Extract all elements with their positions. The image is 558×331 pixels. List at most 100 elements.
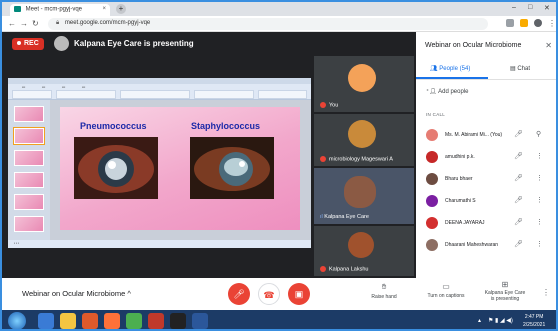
more-options-icon[interactable]: ⋮ xyxy=(540,288,552,299)
add-people-button[interactable]: ⁺👤︎ Add people xyxy=(426,88,469,95)
mic-toggle-button[interactable]: 🎤︎ xyxy=(228,283,250,305)
media-player-icon[interactable] xyxy=(82,313,98,329)
participant-name: microbiology Mageswari A xyxy=(320,155,393,162)
chevron-up-icon: ^ xyxy=(127,289,131,298)
slide-thumbnail[interactable] xyxy=(14,106,44,122)
mic-off-icon: 🎤︎ xyxy=(514,197,523,204)
lock-icon: 🔒︎ xyxy=(56,20,60,26)
word-icon[interactable] xyxy=(192,313,208,329)
chrome-menu-icon[interactable]: ⋮ xyxy=(548,19,556,28)
tray-icons[interactable]: ⚑ ▮ ◢ ◀) xyxy=(488,317,513,324)
mic-off-icon xyxy=(320,155,326,162)
camera-toggle-button[interactable]: ▣ xyxy=(288,283,310,305)
current-slide: Pneumococcus Staphylococcus xyxy=(60,107,300,230)
tab-people[interactable]: 👥︎ People (54) xyxy=(430,65,470,72)
participant-name: ıl Kalpana Eye Care xyxy=(320,214,369,220)
participant-row[interactable]: Bharu bhaer 🎤︎ ⋮ xyxy=(416,170,556,188)
new-tab-button[interactable]: + xyxy=(116,4,126,14)
participant-row-name: Charumathi S xyxy=(445,198,476,204)
reload-icon[interactable]: ↻ xyxy=(32,19,39,28)
present-screen-icon: ⊞ xyxy=(501,280,509,289)
people-icon: 👥︎ xyxy=(430,66,440,72)
firefox-icon[interactable] xyxy=(104,313,120,329)
participant-name: You xyxy=(320,101,338,108)
ribbon-tab: ▪▪▪ xyxy=(22,85,26,89)
close-panel-icon[interactable]: ✕ xyxy=(545,41,552,50)
tab-chat[interactable]: ▤ Chat xyxy=(510,65,530,72)
browser-tab[interactable]: Meet - mcm-pgyj-vqe × xyxy=(10,4,110,16)
recording-badge: REC xyxy=(12,38,44,50)
ribbon-tab: ▪▪▪ xyxy=(42,85,46,89)
ribbon-group xyxy=(56,90,116,99)
participant-row-name: DEENA JAYARAJ xyxy=(445,220,485,226)
mic-off-icon: 🎤︎ xyxy=(514,241,523,248)
more-options-icon[interactable]: ⋮ xyxy=(536,240,543,248)
participant-tile-presenter[interactable]: ıl Kalpana Eye Care xyxy=(314,168,414,224)
presentation-status-button[interactable]: ⊞ Kalpana Eye Care is presenting xyxy=(480,280,530,303)
tab-close-icon[interactable]: × xyxy=(102,6,106,12)
pin-icon[interactable]: ⚲ xyxy=(536,130,541,138)
meeting-details-button[interactable]: Webinar on Ocular Microbiome ^ xyxy=(22,289,131,298)
window-close-icon[interactable]: ✕ xyxy=(544,4,550,12)
add-person-icon: ⁺👤︎ xyxy=(426,89,439,95)
participant-row-name: Bharu bhaer xyxy=(445,176,473,182)
mic-off-icon: 🎤︎ xyxy=(514,153,523,160)
forward-icon[interactable]: → xyxy=(20,19,28,28)
app-icon[interactable] xyxy=(148,313,164,329)
slide-thumbnail[interactable] xyxy=(14,216,44,232)
leave-call-button[interactable]: ☎︎ xyxy=(258,283,280,305)
participant-tile[interactable]: Kalpana Lakshu xyxy=(314,226,414,276)
avatar xyxy=(426,173,438,185)
app-icon[interactable] xyxy=(170,313,186,329)
chrome-icon[interactable] xyxy=(126,313,142,329)
folder-icon[interactable] xyxy=(60,313,76,329)
more-options-icon[interactable]: ⋮ xyxy=(536,218,543,226)
more-options-icon[interactable]: ⋮ xyxy=(536,174,543,182)
slide-thumbnail[interactable] xyxy=(14,172,44,188)
minimize-icon[interactable]: – xyxy=(512,4,516,11)
participant-row-name: amudhini p.k. xyxy=(445,154,475,160)
people-panel: Webinar on Ocular Microbiome ✕ 👥︎ People… xyxy=(416,32,556,310)
participant-row[interactable]: Charumathi S 🎤︎ ⋮ xyxy=(416,192,556,210)
presenting-banner: Kalpana Eye Care is presenting xyxy=(74,39,194,48)
windows-taskbar: ▴ ⚑ ▮ ◢ ◀) 2:47 PM 2/25/2021 xyxy=(2,310,556,329)
mic-off-icon: 🎤︎ xyxy=(514,219,523,226)
slide-thumbnail[interactable] xyxy=(14,194,44,210)
slide-thumbnail-selected[interactable] xyxy=(13,127,45,145)
url-text: meet.google.com/mcm-pgyj-vqe xyxy=(64,20,151,26)
more-options-icon[interactable]: ⋮ xyxy=(536,196,543,204)
ribbon-group xyxy=(194,90,254,99)
url-field[interactable]: 🔒︎ meet.google.com/mcm-pgyj-vqe xyxy=(48,18,488,30)
captions-button[interactable]: ▭ Turn on captions xyxy=(418,282,474,299)
participant-row[interactable]: amudhini p.k. 🎤︎ ⋮ xyxy=(416,148,556,166)
participant-row[interactable]: Ms. M. Abirami Mi... (You) 🎤︎ ⚲ xyxy=(416,126,556,144)
raise-hand-button[interactable]: ✋︎ Raise hand xyxy=(364,282,404,300)
avatar xyxy=(426,195,438,207)
participant-avatar xyxy=(348,232,374,258)
start-button-icon[interactable] xyxy=(8,312,26,329)
slide-thumbnail[interactable] xyxy=(14,150,44,166)
tray-arrow-icon[interactable]: ▴ xyxy=(478,317,481,324)
participant-tile-you[interactable]: You xyxy=(314,56,414,112)
more-options-icon[interactable]: ⋮ xyxy=(536,152,543,160)
ie-icon[interactable] xyxy=(38,313,54,329)
clock-time: 2:47 PM xyxy=(524,314,544,320)
screen: Meet - mcm-pgyj-vqe × + – □ ✕ ← → ↻ 🔒︎ m… xyxy=(0,0,558,331)
back-icon[interactable]: ← xyxy=(8,19,16,28)
profile-icon[interactable] xyxy=(534,19,542,27)
taskbar-clock[interactable]: 2:47 PM 2/25/2021 xyxy=(523,313,545,329)
camera-extension-icon[interactable] xyxy=(506,19,514,27)
avatar xyxy=(426,239,438,251)
participant-tile[interactable]: microbiology Mageswari A xyxy=(314,114,414,166)
divider xyxy=(416,79,556,80)
avatar xyxy=(426,217,438,229)
star-icon[interactable] xyxy=(520,19,528,27)
participant-row[interactable]: Dhaarani Maheshwaran 🎤︎ ⋮ xyxy=(416,236,556,254)
in-call-heading: IN CALL xyxy=(426,112,446,117)
mic-off-icon: 🎤︎ xyxy=(514,175,523,182)
participant-row[interactable]: DEENA JAYARAJ 🎤︎ ⋮ xyxy=(416,214,556,232)
ribbon-tab: ▪▪▪ xyxy=(82,85,86,89)
avatar xyxy=(426,129,438,141)
maximize-icon[interactable]: □ xyxy=(528,4,532,11)
participant-row-name: Dhaarani Maheshwaran xyxy=(445,242,499,248)
